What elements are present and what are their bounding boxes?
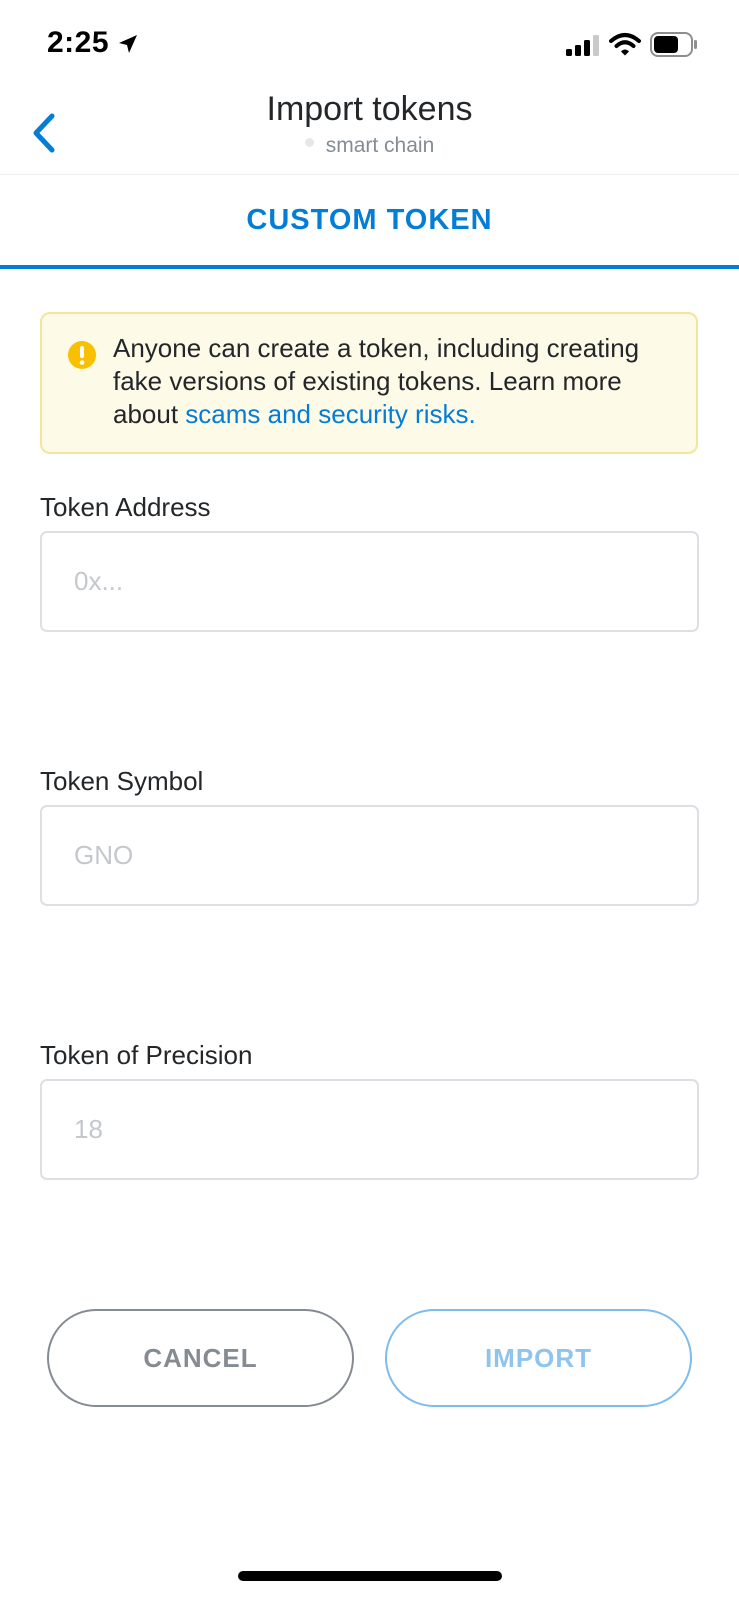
token-precision-label: Token of Precision [40, 1040, 253, 1070]
location-arrow-icon [119, 35, 137, 53]
warning-text: Anyone can create a token, including cre… [113, 332, 688, 431]
exclamation-circle-icon [68, 341, 96, 369]
warning-banner: Anyone can create a token, including cre… [40, 312, 698, 454]
status-bar: 2:25 [0, 0, 739, 90]
home-indicator[interactable] [238, 1571, 502, 1581]
token-address-label: Token Address [40, 492, 211, 522]
signal-icon [566, 35, 599, 56]
battery-icon [650, 32, 697, 57]
tab-custom-token[interactable]: CUSTOM TOKEN [0, 175, 739, 269]
token-precision-input[interactable] [40, 1079, 699, 1180]
token-address-input[interactable] [40, 531, 699, 632]
cancel-button[interactable]: CANCEL [47, 1309, 354, 1407]
token-symbol-label: Token Symbol [40, 766, 204, 796]
wifi-icon [609, 33, 641, 56]
page-title: Import tokens [266, 90, 473, 128]
nav-header: Import tokens smart chain [0, 90, 739, 175]
network-name: smart chain [325, 134, 435, 157]
tab-custom-token-label: CUSTOM TOKEN [246, 203, 493, 236]
status-time: 2:25 [47, 26, 110, 59]
scams-security-link[interactable]: scams and security risks. [185, 399, 475, 429]
network-indicator: smart chain [0, 134, 739, 158]
token-symbol-input[interactable] [40, 805, 699, 906]
import-button[interactable]: IMPORT [385, 1309, 692, 1407]
network-dot-icon [304, 137, 314, 147]
